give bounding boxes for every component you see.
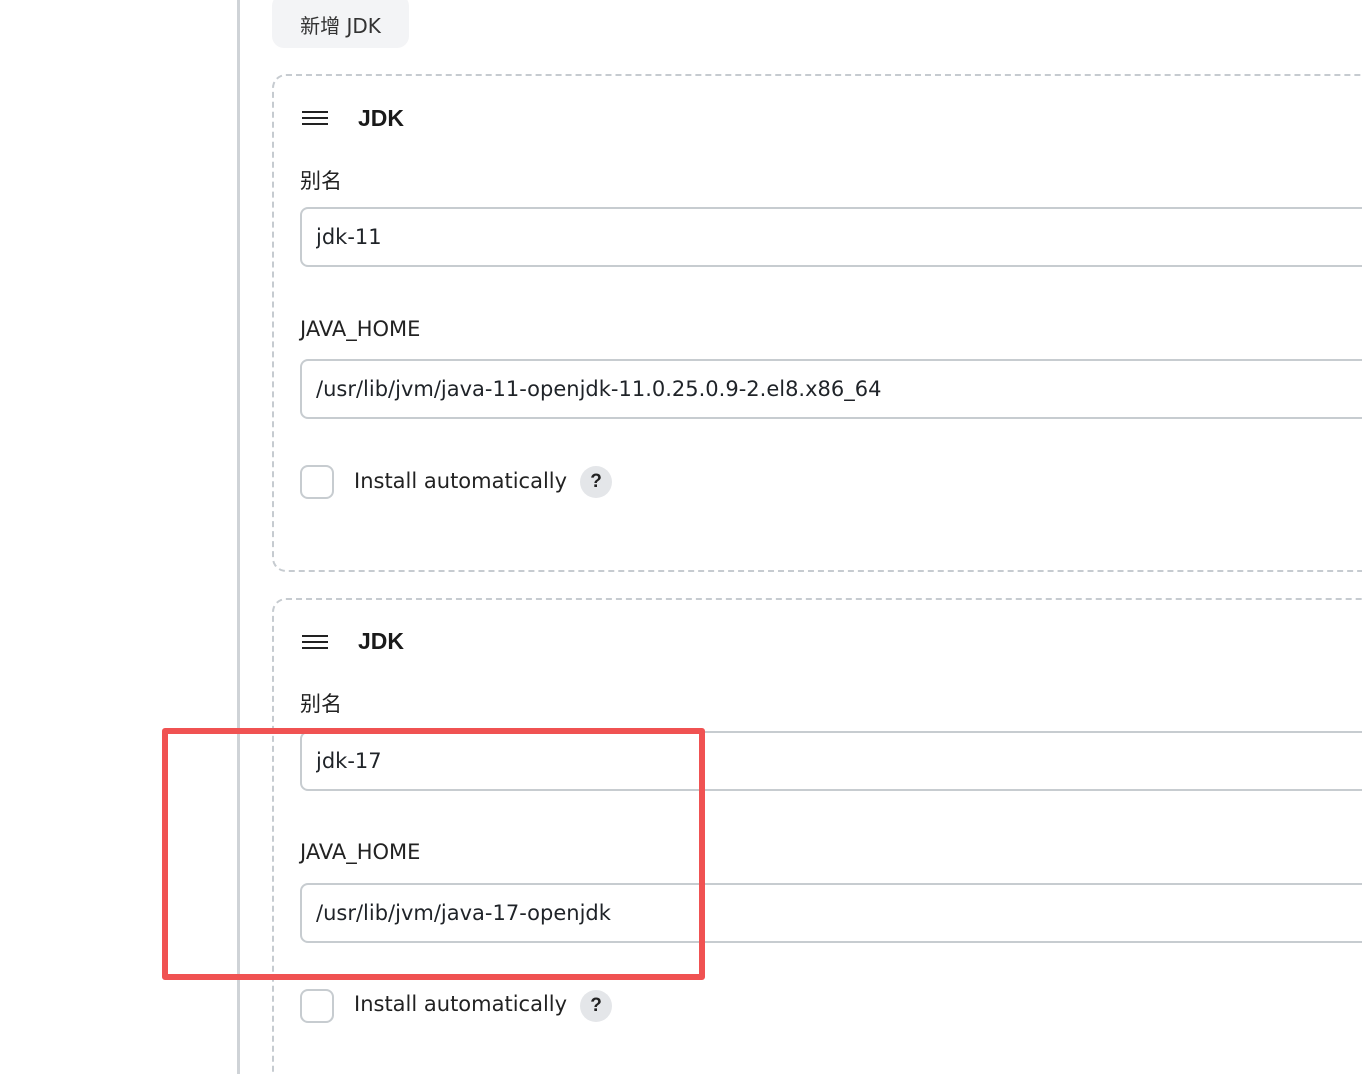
alias-input[interactable] [300, 207, 1362, 267]
java-home-label: JAVA_HOME [300, 840, 421, 864]
java-home-label: JAVA_HOME [300, 317, 421, 341]
card-title: JDK [358, 628, 405, 654]
drag-handle-icon[interactable] [302, 111, 328, 131]
jdk-installation-card: JDK 别名 JAVA_HOME Install automatically ? [272, 74, 1362, 572]
jdk-installations-page: 新增 JDK JDK 别名 JAVA_HOME Install automati… [0, 0, 1362, 1074]
install-automatically-label: Install automatically [354, 992, 568, 1016]
alias-label: 别名 [300, 169, 342, 193]
install-automatically-label: Install automatically [354, 469, 568, 493]
help-icon[interactable]: ? [580, 466, 612, 498]
alias-label: 别名 [300, 692, 342, 716]
card-title: JDK [358, 105, 405, 131]
jdk-installation-card: JDK 别名 JAVA_HOME Install automatically ? [272, 598, 1362, 1074]
help-icon[interactable]: ? [580, 990, 612, 1022]
section-divider [237, 0, 240, 1074]
alias-input[interactable] [300, 731, 1362, 791]
java-home-input[interactable] [300, 883, 1362, 943]
java-home-input[interactable] [300, 359, 1362, 419]
install-automatically-checkbox[interactable] [300, 465, 334, 499]
add-jdk-button[interactable]: 新增 JDK [272, 0, 409, 48]
drag-handle-icon[interactable] [302, 635, 328, 655]
install-automatically-checkbox[interactable] [300, 989, 334, 1023]
